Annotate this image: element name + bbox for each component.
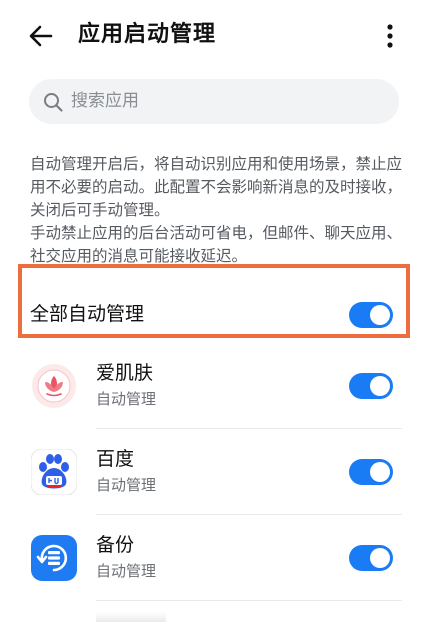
app-name: 爱肌肤	[96, 362, 154, 384]
search-bar[interactable]: 搜索应用	[29, 79, 399, 124]
top-bar: 应用启动管理	[0, 0, 422, 70]
all-auto-manage-toggle[interactable]	[349, 302, 393, 328]
description-paragraph: 自动管理开启后，将自动识别应用和使用场景，禁止应用不必要的启动。此配置不会影响新…	[30, 155, 403, 219]
search-icon	[44, 93, 63, 112]
more-options-button[interactable]	[378, 20, 402, 52]
toggle-knob	[370, 548, 390, 568]
next-list-item-peek	[96, 612, 166, 622]
description-paragraph: 手动禁止应用的后台活动可省电，但邮件、聊天应用、社交应用的消息可能接收延迟。	[30, 224, 403, 265]
more-vertical-icon	[387, 24, 393, 48]
page-title: 应用启动管理	[78, 22, 217, 47]
app-row-backup[interactable]: 备份 自动管理	[0, 515, 422, 601]
app-name: 备份	[96, 534, 135, 556]
arrow-left-icon	[29, 25, 53, 47]
toggle-knob	[370, 305, 390, 325]
backup-icon	[31, 535, 77, 581]
lotus-icon	[32, 364, 76, 408]
app-toggle[interactable]	[349, 373, 393, 399]
app-toggle[interactable]	[349, 545, 393, 571]
back-button[interactable]	[26, 20, 58, 52]
app-name: 百度	[96, 448, 135, 470]
app-row-baidu[interactable]: 百度 自动管理	[0, 429, 422, 515]
app-toggle[interactable]	[349, 459, 393, 485]
app-status: 自动管理	[96, 562, 157, 580]
search-placeholder: 搜索应用	[71, 91, 139, 111]
app-row-aijifu[interactable]: 爱肌肤 自动管理	[0, 343, 422, 429]
app-status: 自动管理	[96, 476, 157, 494]
all-auto-manage-label: 全部自动管理	[30, 303, 145, 325]
app-status: 自动管理	[96, 390, 157, 408]
baidu-paw-icon	[31, 449, 77, 495]
toggle-knob	[370, 376, 390, 396]
divider	[96, 600, 402, 601]
toggle-knob	[370, 462, 390, 482]
